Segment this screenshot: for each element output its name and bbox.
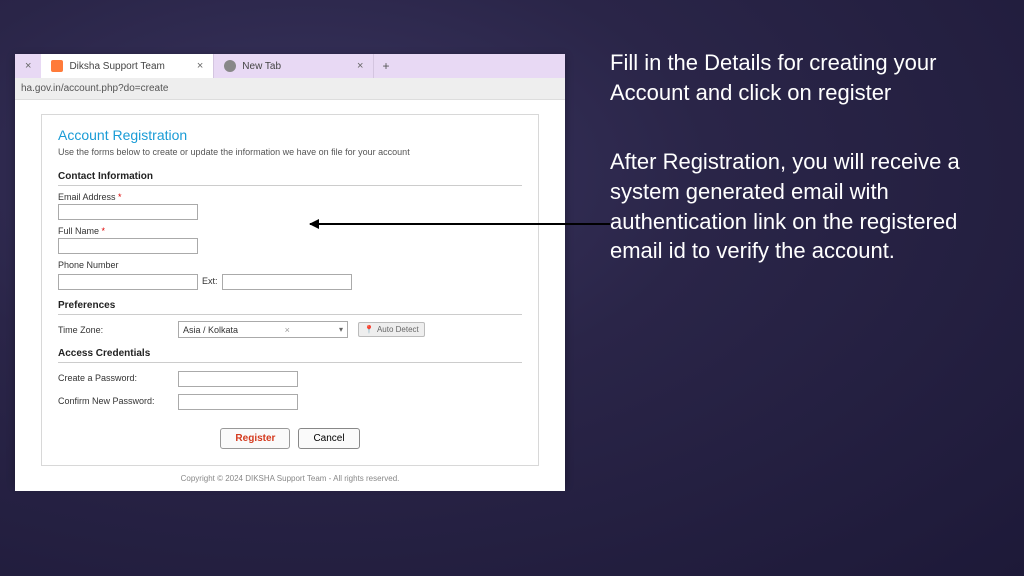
tab-diksha[interactable]: Diksha Support Team × [41,54,214,78]
annotation-arrow [310,223,610,225]
section-credentials: Access Credentials [58,348,522,363]
phone-label: Phone Number [58,260,522,270]
tab-leading-close[interactable]: × [15,54,41,78]
tab-new[interactable]: New Tab × [214,54,374,78]
close-icon[interactable]: × [197,60,203,72]
close-icon[interactable]: × [357,60,363,72]
page-title: Account Registration [58,127,522,143]
url-text: ha.gov.in/account.php?do=create [21,83,168,94]
footer-text: Copyright © 2024 DIKSHA Support Team - A… [41,474,539,483]
fullname-field[interactable] [58,238,198,254]
close-icon[interactable]: × [25,60,31,72]
confirm-password-label: Confirm New Password: [58,396,168,406]
timezone-select[interactable]: Asia / Kolkata × ▾ [178,321,348,338]
address-bar[interactable]: ha.gov.in/account.php?do=create [15,78,565,100]
email-label: Email Address * [58,192,522,202]
registration-form: Account Registration Use the forms below… [41,114,539,466]
fullname-label: Full Name * [58,226,522,236]
favicon-icon [51,60,63,72]
page-subtitle: Use the forms below to create or update … [58,147,522,157]
clear-icon[interactable]: × [285,325,293,335]
new-tab-button[interactable]: + [374,59,397,73]
timezone-value: Asia / Kolkata [183,325,238,335]
auto-detect-button[interactable]: 📍 Auto Detect [358,322,425,337]
tab-label: New Tab [242,61,281,72]
instruction-para-2: After Registration, you will receive a s… [610,147,1010,266]
browser-screenshot: × Diksha Support Team × New Tab × + ha.g… [15,54,565,484]
register-button[interactable]: Register [220,428,290,449]
section-contact: Contact Information [58,171,522,186]
timezone-label: Time Zone: [58,325,168,335]
create-password-field[interactable] [178,371,298,387]
section-preferences: Preferences [58,300,522,315]
cancel-button[interactable]: Cancel [298,428,359,449]
slide-instructions: Fill in the Details for creating your Ac… [610,48,1010,306]
chevron-down-icon: ▾ [339,325,343,334]
phone-field[interactable] [58,274,198,290]
confirm-password-field[interactable] [178,394,298,410]
ext-field[interactable] [222,274,352,290]
email-field[interactable] [58,204,198,220]
page-body: Account Registration Use the forms below… [15,100,565,491]
globe-icon [224,60,236,72]
tab-bar: × Diksha Support Team × New Tab × + [15,54,565,78]
instruction-para-1: Fill in the Details for creating your Ac… [610,48,1010,107]
location-icon: 📍 [364,325,374,334]
create-password-label: Create a Password: [58,373,168,383]
ext-label: Ext: [202,276,218,286]
tab-label: Diksha Support Team [69,61,164,72]
